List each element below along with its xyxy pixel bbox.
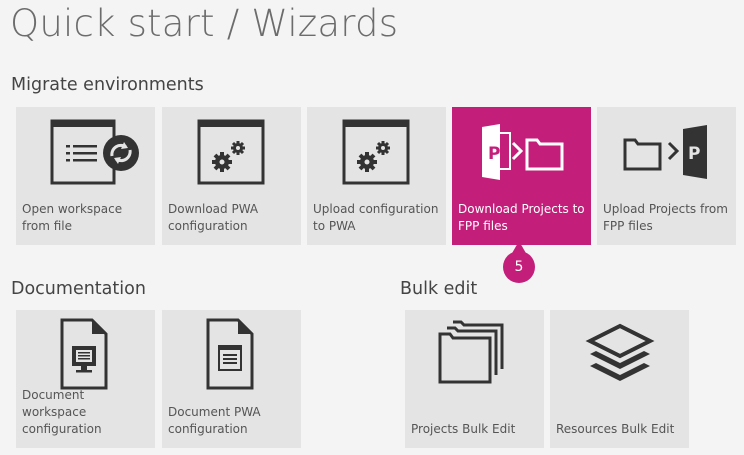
stacked-folders-icon xyxy=(438,320,504,384)
open-workspace-tile[interactable]: Open workspace from file xyxy=(16,107,155,245)
document-window-icon xyxy=(206,318,254,390)
upload-projects-tile[interactable]: P Upload Projects from FPP files xyxy=(597,107,736,245)
document-pwa-tile[interactable]: Document PWA configuration xyxy=(162,310,301,448)
section-documentation: Documentation xyxy=(11,279,146,299)
tile-label: Resources Bulk Edit xyxy=(556,422,675,436)
svg-text:P: P xyxy=(688,144,700,164)
tile-label: Upload Projects from FPP files xyxy=(603,202,728,233)
section-bulk-edit: Bulk edit xyxy=(400,279,478,299)
section-migrate-environments: Migrate environments xyxy=(11,75,204,95)
tile-label: Download PWA configuration xyxy=(168,202,259,233)
tile-label: Projects Bulk Edit xyxy=(411,422,516,436)
download-pwa-configuration-tile[interactable]: Download PWA configuration xyxy=(162,107,301,245)
page-title: Quick start / Wizards xyxy=(10,2,399,45)
tile-label: Upload configuration to PWA xyxy=(313,202,439,233)
svg-text:P: P xyxy=(488,144,500,164)
download-projects-tile[interactable]: P Download Projects to FPP files xyxy=(452,107,591,245)
callout-badge: 5 xyxy=(503,251,535,283)
gears-window-icon xyxy=(197,119,265,185)
projects-bulk-edit-tile[interactable]: Projects Bulk Edit xyxy=(405,310,544,448)
tile-label: Open workspace from file xyxy=(22,202,123,233)
layers-icon xyxy=(585,323,655,381)
open-workspace-icon xyxy=(50,119,139,185)
upload-configuration-tile[interactable]: Upload configuration to PWA xyxy=(307,107,446,245)
gears-window-icon xyxy=(342,119,410,185)
tile-label: Download Projects to FPP files xyxy=(458,202,585,233)
resources-bulk-edit-tile[interactable]: Resources Bulk Edit xyxy=(550,310,689,448)
project-to-folder-icon: P xyxy=(482,124,564,180)
tile-label: Document workspace configuration xyxy=(22,388,102,436)
document-workspace-tile[interactable]: Document workspace configuration xyxy=(16,310,155,448)
folder-to-project-icon: P xyxy=(623,125,707,179)
tile-label: Document PWA configuration xyxy=(168,405,261,436)
